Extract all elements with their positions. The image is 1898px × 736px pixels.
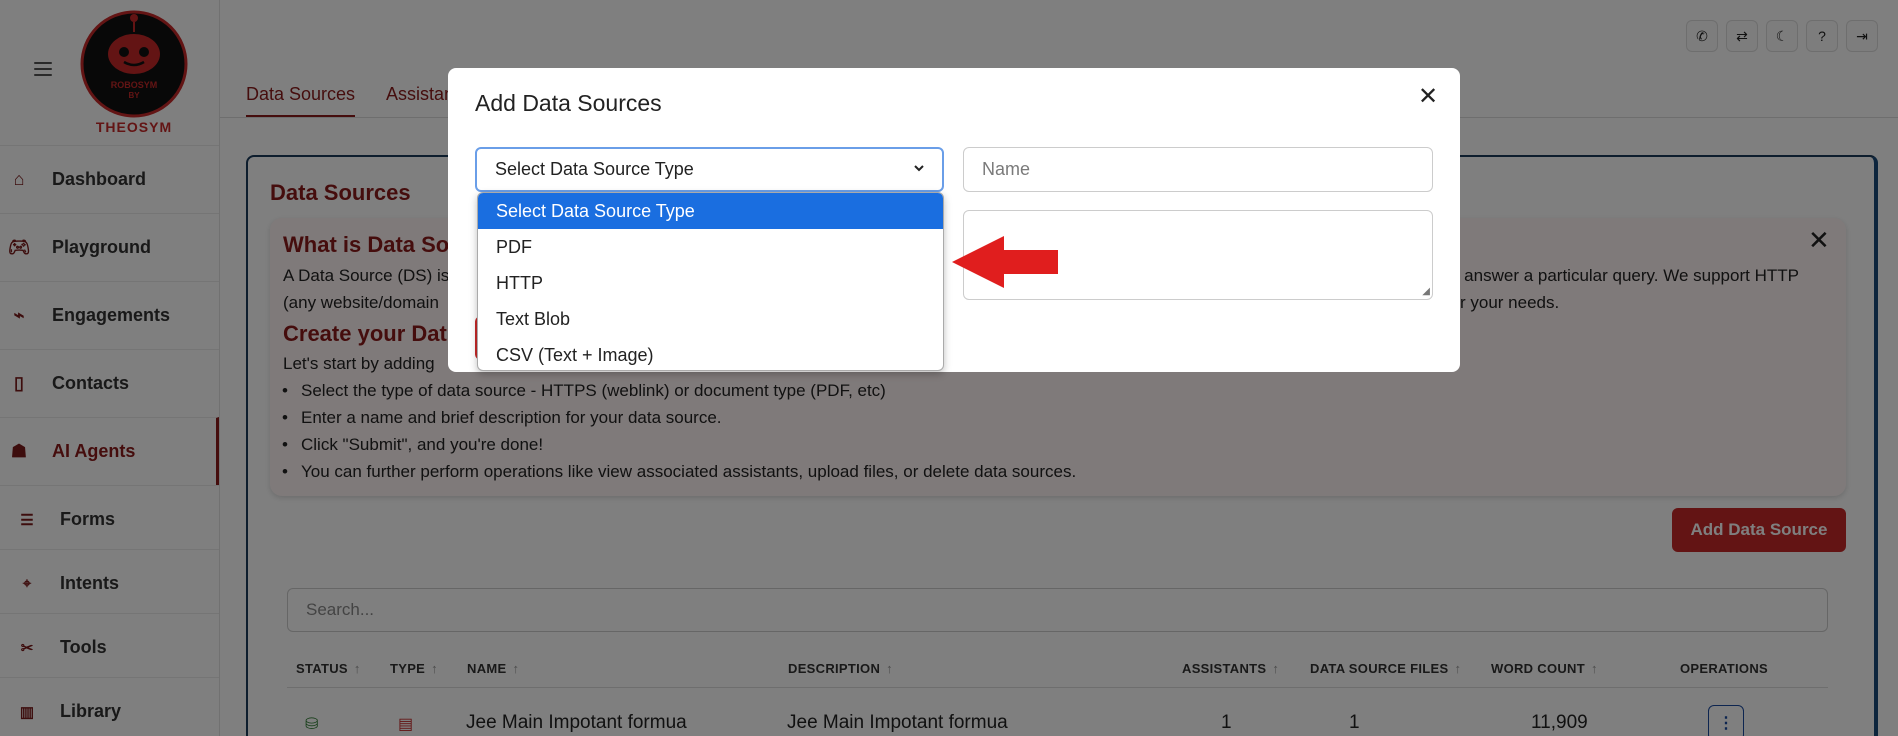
data-source-type-select[interactable]: Select Data Source Type bbox=[475, 147, 944, 192]
select-value: Select Data Source Type bbox=[495, 159, 694, 179]
modal-title: Add Data Sources bbox=[475, 90, 662, 116]
option-csv[interactable]: CSV (Text + Image) bbox=[478, 337, 943, 370]
option-select-data-source-type[interactable]: Select Data Source Type bbox=[478, 193, 943, 229]
data-source-type-options: Select Data Source Type PDF HTTP Text Bl… bbox=[477, 192, 944, 371]
option-pdf[interactable]: PDF bbox=[478, 229, 943, 265]
option-http[interactable]: HTTP bbox=[478, 265, 943, 301]
chevron-down-icon bbox=[914, 165, 924, 172]
resize-grip-icon[interactable]: ◢ bbox=[1422, 286, 1430, 297]
red-arrow-annotation bbox=[952, 236, 1058, 288]
name-field[interactable]: Name bbox=[963, 147, 1433, 192]
close-modal-icon[interactable]: ✕ bbox=[1418, 82, 1438, 111]
option-text-blob[interactable]: Text Blob bbox=[478, 301, 943, 337]
